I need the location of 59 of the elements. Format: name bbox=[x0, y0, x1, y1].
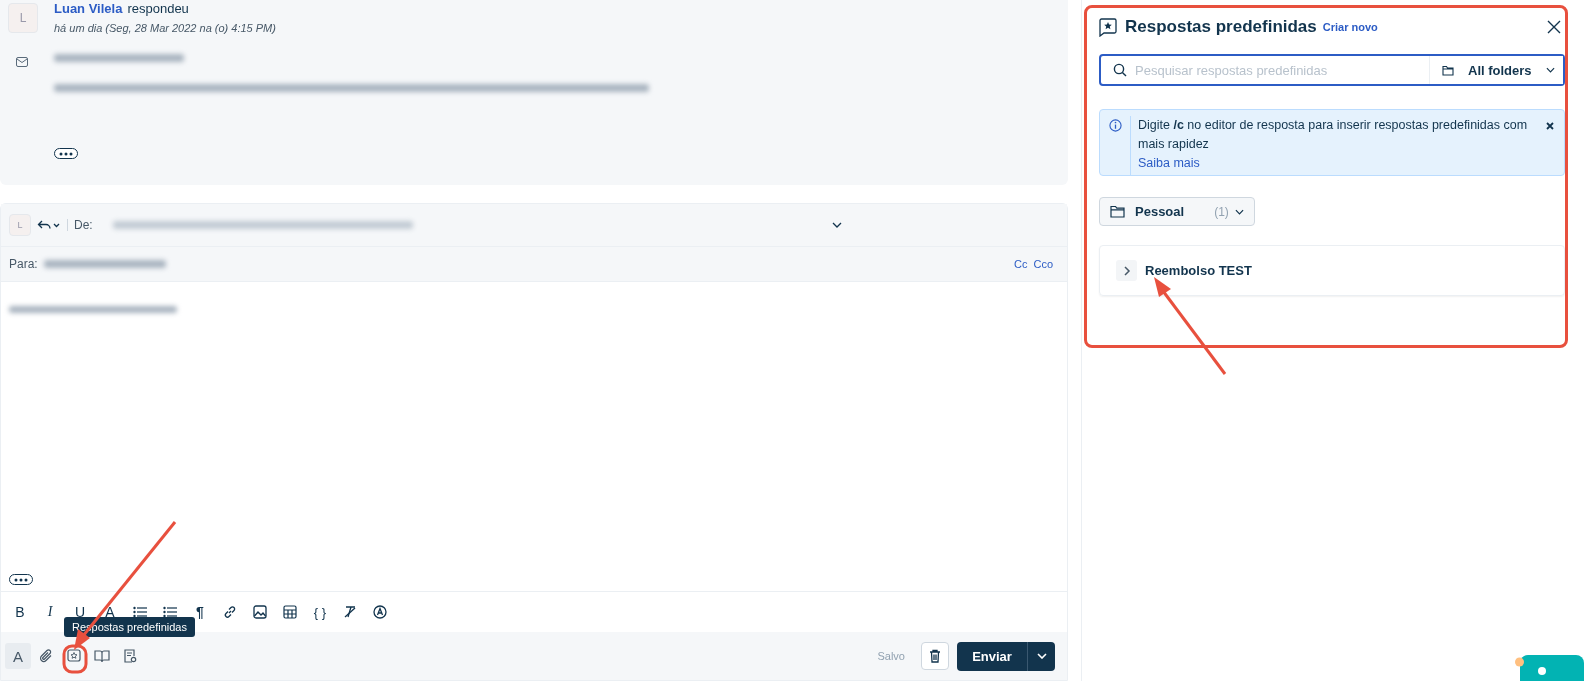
folder-icon bbox=[1110, 205, 1125, 218]
saved-status: Salvo bbox=[877, 650, 905, 662]
reply-type-button[interactable] bbox=[37, 219, 68, 231]
cc-link[interactable]: Cc bbox=[1014, 258, 1028, 270]
image-icon bbox=[253, 605, 267, 619]
caret-icon[interactable] bbox=[831, 222, 842, 228]
mail-icon bbox=[16, 57, 28, 67]
panel-title: Respostas predefinidas bbox=[1125, 17, 1317, 37]
more-button[interactable] bbox=[9, 574, 33, 585]
list-icon bbox=[133, 606, 147, 618]
bold-button[interactable]: B bbox=[5, 597, 35, 627]
format-button[interactable]: A bbox=[5, 643, 31, 669]
action-text: respondeu bbox=[127, 1, 189, 16]
chat-widget-icon[interactable] bbox=[1515, 655, 1584, 681]
trash-icon bbox=[929, 649, 941, 663]
folder-icon bbox=[1442, 64, 1454, 76]
send-button[interactable]: Enviar bbox=[957, 641, 1027, 671]
create-link[interactable]: Criar novo bbox=[1322, 21, 1378, 33]
reply-icon bbox=[37, 219, 61, 231]
to-label: Para: bbox=[9, 257, 38, 271]
close-icon bbox=[1547, 20, 1561, 34]
clear-format-icon bbox=[343, 605, 357, 619]
code-button[interactable]: { } bbox=[305, 597, 335, 627]
paperclip-icon bbox=[39, 649, 53, 663]
caret-icon bbox=[1546, 67, 1555, 73]
spellcheck-icon bbox=[373, 605, 387, 619]
from-label: De: bbox=[74, 218, 93, 232]
caret-icon bbox=[1234, 208, 1244, 215]
avatar: L bbox=[8, 3, 38, 33]
italic-button[interactable]: I bbox=[35, 597, 65, 627]
folder-dropdown[interactable]: Pessoal (1) bbox=[1099, 197, 1255, 226]
info-icon bbox=[1109, 119, 1122, 132]
bcc-link[interactable]: Cco bbox=[1033, 258, 1053, 270]
caret-icon bbox=[1036, 653, 1047, 659]
response-title: Reembolso TEST bbox=[1145, 263, 1252, 278]
close-icon bbox=[1546, 122, 1554, 130]
learn-more-link[interactable]: Saiba mais bbox=[1138, 156, 1200, 170]
star-message-icon bbox=[1099, 17, 1117, 37]
response-item[interactable]: Reembolso TEST bbox=[1099, 245, 1565, 296]
table-icon bbox=[283, 605, 297, 619]
send-options-button[interactable] bbox=[1027, 641, 1055, 671]
search-icon bbox=[1113, 63, 1127, 77]
timestamp: há um dia (Seg, 28 Mar 2022 na (o) 4:15 PM) bbox=[54, 22, 277, 34]
info-text: Digite /c no editor de resposta para inserir respostas predefinidas com mais rapidez bbox=[1138, 117, 1529, 153]
search-field[interactable]: Pesquisar respostas predefinidas All folders bbox=[1099, 54, 1565, 86]
list-icon bbox=[163, 606, 177, 618]
ellipsis-icon bbox=[59, 151, 73, 156]
star-message-icon bbox=[67, 649, 81, 663]
avatar: L bbox=[9, 214, 31, 236]
close-button[interactable] bbox=[1547, 20, 1561, 34]
ellipsis-icon bbox=[14, 577, 28, 582]
expand-icon[interactable] bbox=[1116, 260, 1137, 281]
link-icon bbox=[223, 605, 237, 619]
book-icon bbox=[94, 649, 110, 663]
delete-button[interactable] bbox=[921, 642, 949, 670]
more-button[interactable] bbox=[54, 148, 78, 159]
document-icon bbox=[123, 649, 137, 663]
folder-dropdown[interactable]: All folders bbox=[1429, 56, 1563, 84]
author-link[interactable]: Luan Vilela bbox=[54, 1, 123, 16]
